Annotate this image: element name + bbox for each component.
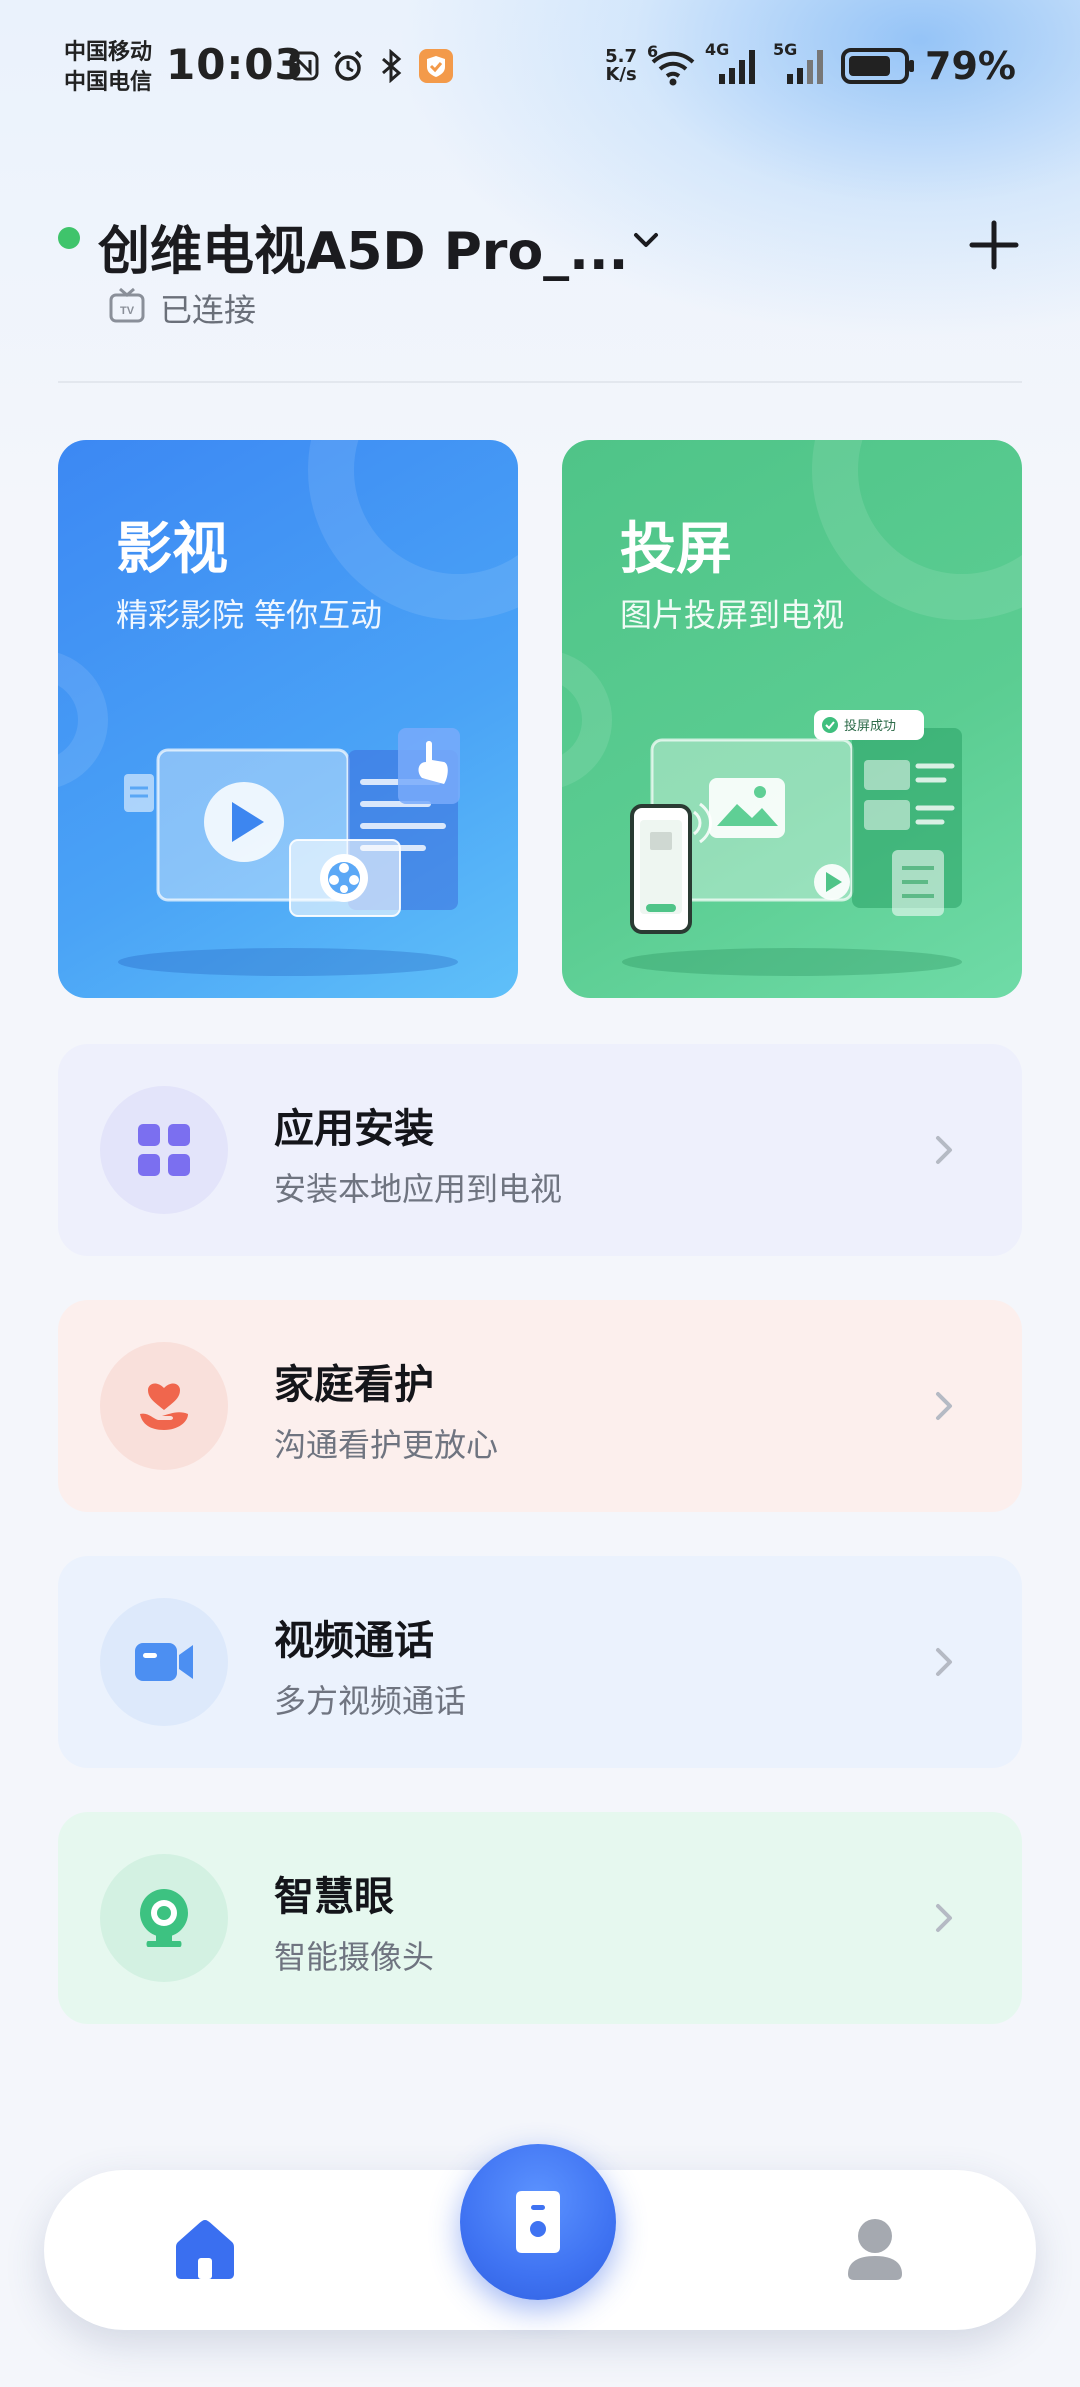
connection-status: TV 已连接 — [108, 286, 256, 330]
nav-profile-button[interactable] — [840, 2214, 910, 2284]
tv-badge-text: TV — [120, 305, 135, 317]
video-card-title: 影视 — [116, 517, 228, 582]
app-notification-icon — [418, 48, 454, 84]
nav-home-button[interactable] — [170, 2214, 240, 2284]
cast-success-toast: 投屏成功 — [844, 718, 896, 734]
list-item-title: 视频通话 — [274, 1618, 434, 1664]
family-care-icon-wrap — [100, 1342, 228, 1470]
battery-icon — [841, 47, 915, 85]
list-item-title: 家庭看护 — [274, 1362, 434, 1408]
list-item-subtitle: 安装本地应用到电视 — [274, 1170, 563, 1208]
tv-play-illustration — [58, 700, 518, 998]
smart-eye-icon-wrap — [100, 1854, 228, 1982]
alarm-icon — [330, 48, 366, 84]
list-item-app-install[interactable]: 应用安装 安装本地应用到电视 — [58, 1044, 1022, 1256]
webcam-icon — [140, 1889, 188, 1947]
connection-status-text: 已连接 — [160, 291, 257, 329]
list-item-subtitle: 多方视频通话 — [274, 1682, 467, 1720]
cast-card-title: 投屏 — [620, 517, 732, 582]
chevron-right-icon — [924, 1386, 964, 1426]
app-install-icon-wrap — [100, 1086, 228, 1214]
video-call-icon-wrap — [100, 1598, 228, 1726]
apps-grid-icon — [138, 1124, 190, 1176]
device-selector[interactable]: 创维电视A5D Pro_... — [58, 205, 1022, 282]
profile-icon — [848, 2219, 902, 2280]
list-item-subtitle: 沟通看护更放心 — [274, 1426, 499, 1464]
video-card-subtitle: 精彩影院 等你互动 — [116, 596, 383, 634]
network-speed: 5.7 K/s — [605, 48, 637, 84]
carrier-labels: 中国移动 中国电信 — [64, 38, 152, 98]
list-item-title: 应用安装 — [274, 1106, 434, 1152]
cast-card-subtitle: 图片投屏到电视 — [620, 596, 845, 634]
chevron-right-icon — [924, 1130, 964, 1170]
speed-unit: K/s — [605, 64, 637, 85]
status-icons — [286, 48, 454, 84]
chevron-right-icon — [924, 1642, 964, 1682]
list-item-video-call[interactable]: 视频通话 多方视频通话 — [58, 1556, 1022, 1768]
status-bar: 中国移动 中国电信 10:03 5.7 K/s 6 4G 5G 79% — [0, 0, 1080, 130]
nfc-icon — [286, 48, 322, 84]
list-item-family-care[interactable]: 家庭看护 沟通看护更放心 — [58, 1300, 1022, 1512]
signal-5g-icon: 5G — [773, 40, 831, 86]
wifi-icon: 6 — [647, 42, 695, 86]
online-status-dot — [58, 227, 80, 249]
header-divider — [58, 381, 1022, 383]
list-item-smart-eye[interactable]: 智慧眼 智能摄像头 — [58, 1812, 1022, 2024]
screen-cast-card[interactable]: 投屏 图片投屏到电视 投屏成功 — [562, 440, 1022, 998]
signal-4g-icon: 4G — [705, 40, 763, 86]
home-icon — [176, 2220, 234, 2279]
chevron-down-icon[interactable] — [628, 223, 664, 259]
tv-icon: TV — [108, 287, 146, 329]
plus-icon — [969, 220, 1019, 270]
carrier-1: 中国移动 — [64, 40, 153, 65]
remote-control-icon — [516, 2191, 560, 2253]
battery-percent: 79% — [925, 44, 1016, 88]
video-camera-icon — [135, 1643, 193, 1681]
bluetooth-icon — [374, 48, 410, 84]
status-right: 5.7 K/s 6 4G 5G 79% — [605, 40, 1016, 88]
heart-hand-icon — [140, 1383, 188, 1430]
clock: 10:03 — [166, 40, 305, 89]
list-item-subtitle: 智能摄像头 — [274, 1938, 435, 1976]
device-name[interactable]: 创维电视A5D Pro_... — [98, 209, 628, 284]
add-device-button[interactable] — [966, 217, 1022, 273]
chevron-right-icon — [924, 1898, 964, 1938]
phone-cast-illustration: 投屏成功 — [562, 700, 1022, 998]
remote-control-button[interactable] — [460, 2144, 616, 2300]
list-item-title: 智慧眼 — [274, 1874, 394, 1920]
video-card[interactable]: 影视 精彩影院 等你互动 — [58, 440, 518, 998]
carrier-2: 中国电信 — [64, 70, 153, 95]
